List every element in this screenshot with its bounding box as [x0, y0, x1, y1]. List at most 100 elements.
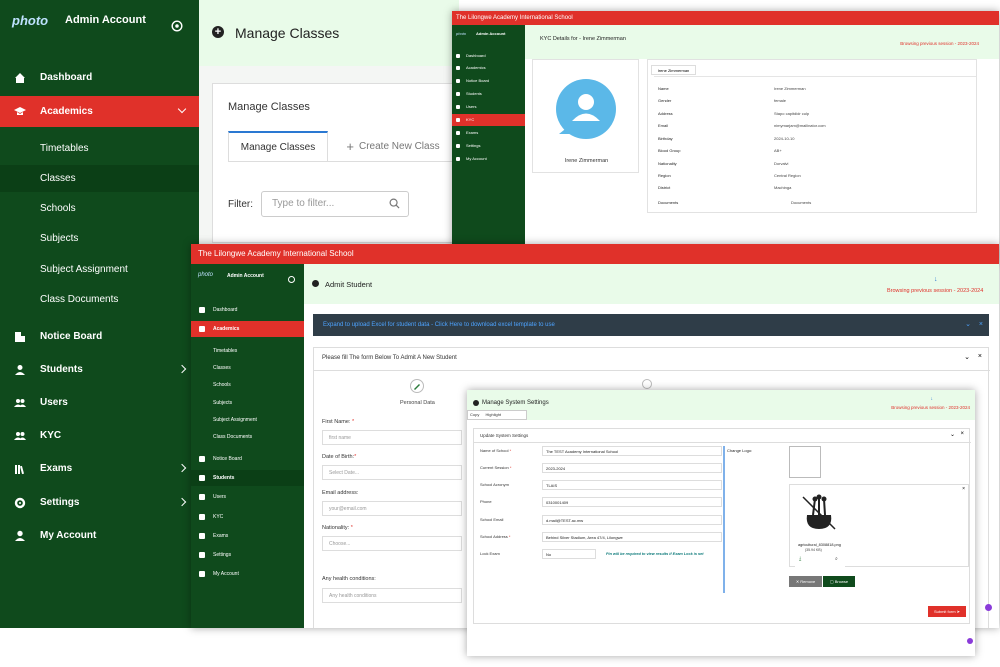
gear-icon[interactable] — [170, 19, 184, 33]
send-icon: ➤ — [956, 609, 961, 614]
subitem-class-documents[interactable]: Class Documents — [213, 434, 252, 440]
close-icon[interactable]: × — [962, 486, 965, 492]
health-conditions-input[interactable]: Any health conditions — [322, 588, 462, 603]
sidebar-item-students[interactable]: Students — [452, 88, 525, 100]
school-name: The Lilongwe Academy International Schoo… — [198, 249, 354, 258]
kyc-sidebar: photo Admin Account Dashboard Academics … — [452, 25, 525, 264]
chevron-down-icon[interactable]: ⌄ — [964, 353, 970, 361]
subitem-subject-assignment[interactable]: Subject Assignment — [40, 264, 128, 275]
sidebar-item-academics[interactable]: Academics — [191, 321, 304, 337]
subitem-schools[interactable]: Schools — [40, 203, 76, 214]
field-label: School Address * — [480, 534, 510, 539]
sidebar-item-label: KYC — [466, 117, 475, 122]
sidebar-item-settings[interactable]: Settings — [0, 487, 199, 518]
tab-profile[interactable]: Irene Zimmerman — [651, 65, 696, 75]
excel-upload-bar[interactable]: Expand to upload Excel for student data … — [313, 314, 989, 336]
sidebar-item-academics[interactable]: Academics — [452, 62, 525, 74]
highlight-button[interactable]: Highlight — [485, 412, 501, 417]
close-icon[interactable]: × — [978, 353, 982, 360]
nationality-select[interactable]: Choose... — [322, 536, 462, 551]
email-input[interactable]: your@email.com — [322, 501, 462, 516]
field-label: School Acronym — [480, 482, 509, 487]
school-acronym-input[interactable]: TLAIS — [542, 480, 722, 490]
sidebar-item-notice-board[interactable]: Notice Board — [452, 75, 525, 87]
sidebar-item-users[interactable]: Users — [191, 489, 304, 505]
step-1-indicator[interactable] — [410, 379, 424, 393]
sidebar-item-dashboard[interactable]: Dashboard — [0, 62, 199, 93]
logo-dropzone[interactable]: agricultural_8308818.png (35.94 KB) ⤓ ⌕ … — [789, 484, 969, 568]
phone-input[interactable]: 0310001409 — [542, 497, 722, 507]
remove-button[interactable]: ✕ Remove — [789, 576, 822, 587]
sidebar-item-dashboard[interactable]: Dashboard — [452, 50, 525, 62]
sidebar-item-academics[interactable]: Academics — [0, 96, 199, 127]
subitem-classes[interactable]: Classes — [40, 173, 76, 184]
sidebar-item-exams[interactable]: Exams — [191, 528, 304, 544]
gear-icon[interactable] — [288, 276, 295, 283]
close-icon[interactable]: × — [979, 314, 983, 336]
sidebar-item-label: KYC — [213, 514, 224, 520]
page-header: + Manage Classes — [199, 0, 459, 66]
subitem-classes[interactable]: Classes — [213, 365, 231, 371]
account-title: Admin Account — [65, 14, 146, 26]
sidebar-item-label: Users — [40, 397, 68, 408]
sidebar-item-settings[interactable]: Settings — [191, 547, 304, 563]
field-label-text: Nationality: — [322, 525, 350, 531]
zoom-icon[interactable]: ⌕ — [835, 556, 838, 562]
subitem-schools[interactable]: Schools — [213, 382, 231, 388]
student-icon — [456, 92, 460, 96]
arrow-down-icon: ↓ — [930, 396, 934, 402]
home-icon — [456, 54, 460, 58]
first-name-input[interactable]: first name — [322, 430, 462, 445]
chevron-down-icon[interactable]: ⌄ — [950, 431, 955, 438]
tab-manage-classes[interactable]: Manage Classes — [228, 131, 328, 161]
search-icon[interactable] — [389, 198, 400, 209]
step-2-indicator[interactable] — [642, 379, 652, 389]
building-icon — [456, 79, 460, 83]
sidebar-item-exams[interactable]: Exams — [452, 127, 525, 139]
subitem-subjects[interactable]: Subjects — [213, 400, 232, 406]
chat-fab-icon[interactable] — [985, 604, 992, 611]
sidebar-item-my-account[interactable]: My Account — [452, 153, 525, 165]
copy-button[interactable]: Copy — [470, 412, 479, 417]
subitem-subjects[interactable]: Subjects — [40, 233, 78, 244]
subitem-subject-assignment[interactable]: Subject Assignment — [213, 417, 257, 423]
sidebar-item-users[interactable]: Users — [0, 387, 199, 418]
subitem-class-documents[interactable]: Class Documents — [40, 294, 118, 305]
sidebar-item-label: Notice Board — [466, 78, 490, 83]
upload-icon[interactable]: ⤓ — [799, 556, 801, 562]
sidebar-item-my-account[interactable]: My Account — [191, 566, 304, 582]
school-address-input[interactable]: Behind Silver Stadium, Area 47/4, Lilong… — [542, 532, 722, 542]
sidebar-item-users[interactable]: Users — [452, 101, 525, 113]
sidebar-item-label: Settings — [213, 552, 232, 558]
sidebar-item-kyc[interactable]: KYC — [191, 509, 304, 525]
row-key: Documents — [658, 200, 679, 205]
current-session-select[interactable]: 2023-2024 — [542, 463, 722, 473]
chat-fab-icon[interactable] — [967, 638, 973, 644]
submit-button[interactable]: Submit form ➤ — [928, 606, 966, 617]
sidebar-item-notice-board[interactable]: Notice Board — [191, 451, 304, 467]
sidebar-item-my-account[interactable]: My Account — [0, 520, 199, 551]
browse-button[interactable]: ▢ Browse — [823, 576, 855, 587]
tab-create-new-class[interactable]: + Create New Class — [343, 131, 443, 161]
school-email-input[interactable]: d.mail@TEST.ac.mw — [542, 515, 722, 525]
chevron-down-icon[interactable]: ⌄ — [965, 314, 971, 336]
lock-exam-select[interactable]: No — [542, 549, 596, 559]
date-of-birth-input[interactable]: Select Date... — [322, 465, 462, 480]
sidebar-item-students[interactable]: Students — [191, 470, 304, 486]
sidebar-item-settings[interactable]: Settings — [452, 140, 525, 152]
sidebar-item-label: Exams — [40, 463, 73, 474]
sidebar-item-dashboard[interactable]: Dashboard — [191, 302, 304, 318]
documents-link[interactable]: Documents — [791, 200, 811, 205]
sidebar-item-kyc[interactable]: KYC — [0, 420, 199, 451]
sidebar-item-exams[interactable]: Exams — [0, 453, 199, 484]
filter-input[interactable]: Type to filter... — [261, 191, 409, 217]
sidebar-item-kyc[interactable]: KYC — [452, 114, 525, 126]
subitem-timetables[interactable]: Timetables — [213, 348, 237, 354]
school-name-input[interactable]: The TEST Academy International School — [542, 446, 722, 456]
excel-template-link[interactable]: Click Here to download excel template to… — [435, 322, 555, 328]
sidebar-item-students[interactable]: Students — [0, 354, 199, 385]
subitem-timetables[interactable]: Timetables — [40, 143, 89, 154]
sidebar-item-notice-board[interactable]: Notice Board — [0, 321, 199, 352]
close-icon[interactable]: × — [960, 431, 964, 437]
row-value: nimymarjam@mailinator.com — [774, 123, 826, 128]
